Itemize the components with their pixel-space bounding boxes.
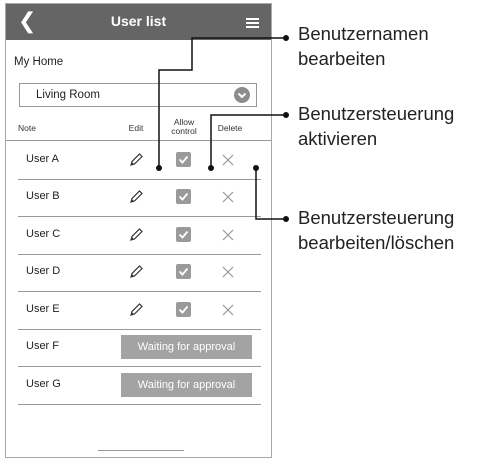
callout-edit: Benutzernamen bearbeiten	[298, 21, 429, 71]
callout-allow-line2: aktivieren	[298, 128, 378, 149]
callout-edit-line1: Benutzernamen	[298, 23, 429, 44]
leader-delete	[255, 168, 286, 220]
leader-allow-dot-start	[208, 165, 214, 171]
leader-edit-dot-start	[156, 165, 162, 171]
callout-delete-line1: Benutzersteuerung	[298, 207, 455, 228]
callout-allow: Benutzersteuerung aktivieren	[298, 101, 454, 151]
leader-edit-dot-end	[283, 35, 289, 41]
callout-allow-line1: Benutzersteuerung	[298, 103, 455, 124]
callout-edit-line2: bearbeiten	[298, 48, 386, 69]
leader-edit	[158, 37, 286, 168]
leader-allow-dot-end	[283, 112, 289, 118]
callout-delete: Benutzersteuerung bearbeiten/löschen	[298, 205, 454, 255]
leader-delete-dot-end	[283, 216, 289, 222]
leader-allow	[210, 114, 286, 168]
callout-delete-line2: bearbeiten/löschen	[298, 232, 455, 253]
leader-delete-dot-start	[253, 165, 259, 171]
